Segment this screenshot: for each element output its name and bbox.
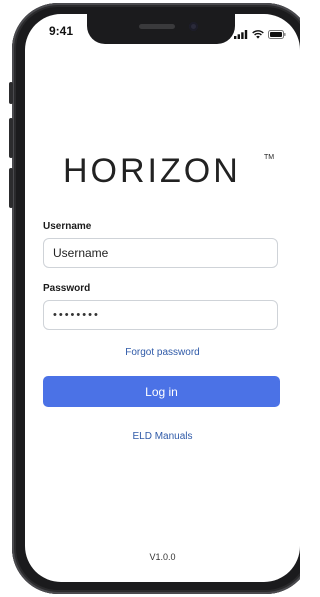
- speaker: [139, 24, 175, 29]
- page: 9:41 HORIZON TM Username Username Passwo…: [0, 0, 300, 597]
- side-button-mute: [9, 82, 13, 104]
- side-button-volume-down: [9, 168, 13, 208]
- eld-manuals-link[interactable]: ELD Manuals: [25, 431, 300, 442]
- password-input[interactable]: ••••••••: [43, 300, 278, 330]
- status-time: 9:41: [49, 24, 74, 38]
- username-input[interactable]: Username: [43, 238, 278, 268]
- horizon-logo: HORIZON: [63, 152, 241, 190]
- status-icons: [234, 26, 286, 44]
- username-label: Username: [43, 221, 92, 232]
- password-label: Password: [43, 283, 91, 294]
- side-button-volume-up: [9, 118, 13, 158]
- login-button[interactable]: Log in: [43, 376, 280, 407]
- app-version: V1.0.0: [149, 552, 176, 562]
- battery-icon: [268, 26, 286, 44]
- wifi-icon: [252, 26, 264, 44]
- logo-trademark: TM: [264, 154, 275, 161]
- camera-icon: [189, 22, 198, 31]
- phone-screen: 9:41 HORIZON TM Username Username Passwo…: [25, 14, 300, 582]
- notch: [87, 14, 235, 44]
- signal-icon: [234, 26, 248, 44]
- forgot-password-link[interactable]: Forgot password: [25, 347, 300, 358]
